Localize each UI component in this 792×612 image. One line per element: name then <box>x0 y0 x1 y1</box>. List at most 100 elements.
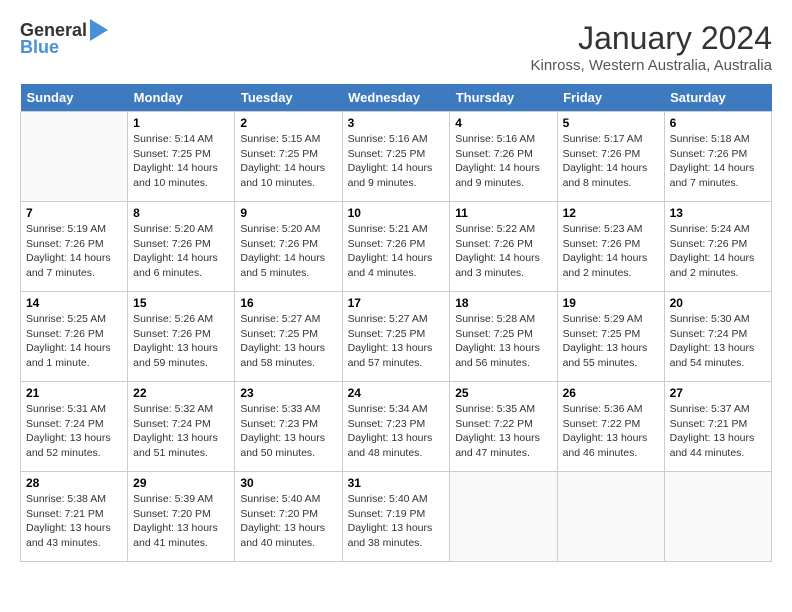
calendar-cell: 24Sunrise: 5:34 AM Sunset: 7:23 PM Dayli… <box>342 382 450 472</box>
day-info: Sunrise: 5:26 AM Sunset: 7:26 PM Dayligh… <box>133 312 229 371</box>
calendar-cell: 20 Sunrise: 5:30 AM Sunset: 7:24 PM Dayli… <box>664 292 771 382</box>
day-number: 12 <box>563 206 659 220</box>
day-info: Sunrise: 5:35 AM Sunset: 7:22 PM Dayligh… <box>455 402 551 461</box>
day-info: Sunrise: 5:18 AM Sunset: 7:26 PM Dayligh… <box>670 132 766 191</box>
calendar-table: SundayMondayTuesdayWednesdayThursdayFrid… <box>20 84 772 562</box>
calendar-cell: 25 Sunrise: 5:35 AM Sunset: 7:22 PM Dayli… <box>450 382 557 472</box>
day-info: Sunrise: 5:33 AM Sunset: 7:23 PM Dayligh… <box>240 402 336 461</box>
day-number: 29 <box>133 476 229 490</box>
day-number: 26 <box>563 386 659 400</box>
day-info: Sunrise: 5:19 AM Sunset: 7:26 PM Dayligh… <box>26 222 122 281</box>
calendar-cell: 9 Sunrise: 5:20 AM Sunset: 7:26 PM Daylig… <box>235 202 342 292</box>
day-info: Sunrise: 5:39 AM Sunset: 7:20 PM Dayligh… <box>133 492 229 551</box>
col-header-sunday: Sunday <box>21 84 128 112</box>
day-number: 18 <box>455 296 551 310</box>
day-info: Sunrise: 5:32 AM Sunset: 7:24 PM Dayligh… <box>133 402 229 461</box>
day-info: Sunrise: 5:40 AM Sunset: 7:19 PM Dayligh… <box>348 492 445 551</box>
calendar-cell: 18 Sunrise: 5:28 AM Sunset: 7:25 PM Dayli… <box>450 292 557 382</box>
day-number: 19 <box>563 296 659 310</box>
calendar-cell: 15 Sunrise: 5:26 AM Sunset: 7:26 PM Dayli… <box>128 292 235 382</box>
day-info: Sunrise: 5:40 AM Sunset: 7:20 PM Dayligh… <box>240 492 336 551</box>
day-number: 1 <box>133 116 229 130</box>
calendar-cell: 29 Sunrise: 5:39 AM Sunset: 7:20 PM Dayli… <box>128 472 235 562</box>
calendar-cell: 17Sunrise: 5:27 AM Sunset: 7:25 PM Dayli… <box>342 292 450 382</box>
day-info: Sunrise: 5:29 AM Sunset: 7:25 PM Dayligh… <box>563 312 659 371</box>
calendar-cell: 23Sunrise: 5:33 AM Sunset: 7:23 PM Dayli… <box>235 382 342 472</box>
day-number: 24 <box>348 386 445 400</box>
calendar-header-row: SundayMondayTuesdayWednesdayThursdayFrid… <box>21 84 772 112</box>
day-info: Sunrise: 5:16 AM Sunset: 7:25 PM Dayligh… <box>348 132 445 191</box>
calendar-cell: 8Sunrise: 5:20 AM Sunset: 7:26 PM Daylig… <box>128 202 235 292</box>
col-header-monday: Monday <box>128 84 235 112</box>
calendar-cell: 7 Sunrise: 5:19 AM Sunset: 7:26 PM Daylig… <box>21 202 128 292</box>
location-text: Kinross, Western Australia, Australia <box>531 57 773 74</box>
calendar-cell: 14 Sunrise: 5:25 AM Sunset: 7:26 PM Dayli… <box>21 292 128 382</box>
calendar-cell: 13Sunrise: 5:24 AM Sunset: 7:26 PM Dayli… <box>664 202 771 292</box>
day-number: 3 <box>348 116 445 130</box>
day-number: 2 <box>240 116 336 130</box>
calendar-cell: 12 Sunrise: 5:23 AM Sunset: 7:26 PM Dayli… <box>557 202 664 292</box>
calendar-week-row: 21Sunrise: 5:31 AM Sunset: 7:24 PM Dayli… <box>21 382 772 472</box>
day-number: 17 <box>348 296 445 310</box>
day-number: 27 <box>670 386 766 400</box>
day-info: Sunrise: 5:25 AM Sunset: 7:26 PM Dayligh… <box>26 312 122 371</box>
day-number: 10 <box>348 206 445 220</box>
calendar-cell: 5 Sunrise: 5:17 AM Sunset: 7:26 PM Daylig… <box>557 112 664 202</box>
day-number: 20 <box>670 296 766 310</box>
day-info: Sunrise: 5:28 AM Sunset: 7:25 PM Dayligh… <box>455 312 551 371</box>
day-number: 11 <box>455 206 551 220</box>
day-info: Sunrise: 5:16 AM Sunset: 7:26 PM Dayligh… <box>455 132 551 191</box>
day-number: 28 <box>26 476 122 490</box>
col-header-tuesday: Tuesday <box>235 84 342 112</box>
col-header-wednesday: Wednesday <box>342 84 450 112</box>
day-number: 31 <box>348 476 445 490</box>
day-info: Sunrise: 5:38 AM Sunset: 7:21 PM Dayligh… <box>26 492 122 551</box>
day-number: 7 <box>26 206 122 220</box>
day-number: 6 <box>670 116 766 130</box>
day-info: Sunrise: 5:17 AM Sunset: 7:26 PM Dayligh… <box>563 132 659 191</box>
day-number: 4 <box>455 116 551 130</box>
day-number: 22 <box>133 386 229 400</box>
calendar-cell: 1Sunrise: 5:14 AM Sunset: 7:25 PM Daylig… <box>128 112 235 202</box>
col-header-saturday: Saturday <box>664 84 771 112</box>
calendar-week-row: 7 Sunrise: 5:19 AM Sunset: 7:26 PM Daylig… <box>21 202 772 292</box>
calendar-cell: 31 Sunrise: 5:40 AM Sunset: 7:19 PM Dayli… <box>342 472 450 562</box>
calendar-cell <box>664 472 771 562</box>
logo-arrow-icon <box>90 19 108 41</box>
col-header-thursday: Thursday <box>450 84 557 112</box>
calendar-cell: 10Sunrise: 5:21 AM Sunset: 7:26 PM Dayli… <box>342 202 450 292</box>
day-info: Sunrise: 5:23 AM Sunset: 7:26 PM Dayligh… <box>563 222 659 281</box>
day-info: Sunrise: 5:22 AM Sunset: 7:26 PM Dayligh… <box>455 222 551 281</box>
calendar-cell: 11 Sunrise: 5:22 AM Sunset: 7:26 PM Dayli… <box>450 202 557 292</box>
calendar-cell: 21Sunrise: 5:31 AM Sunset: 7:24 PM Dayli… <box>21 382 128 472</box>
calendar-cell: 3 Sunrise: 5:16 AM Sunset: 7:25 PM Daylig… <box>342 112 450 202</box>
calendar-cell <box>450 472 557 562</box>
day-info: Sunrise: 5:36 AM Sunset: 7:22 PM Dayligh… <box>563 402 659 461</box>
calendar-cell: 28 Sunrise: 5:38 AM Sunset: 7:21 PM Dayli… <box>21 472 128 562</box>
day-info: Sunrise: 5:30 AM Sunset: 7:24 PM Dayligh… <box>670 312 766 371</box>
page-header: General Blue January 2024 Kinross, Weste… <box>20 20 772 74</box>
calendar-cell: 27Sunrise: 5:37 AM Sunset: 7:21 PM Dayli… <box>664 382 771 472</box>
title-block: January 2024 Kinross, Western Australia,… <box>531 20 773 74</box>
day-number: 16 <box>240 296 336 310</box>
day-info: Sunrise: 5:15 AM Sunset: 7:25 PM Dayligh… <box>240 132 336 191</box>
calendar-cell: 19 Sunrise: 5:29 AM Sunset: 7:25 PM Dayli… <box>557 292 664 382</box>
calendar-cell <box>557 472 664 562</box>
day-number: 13 <box>670 206 766 220</box>
day-number: 9 <box>240 206 336 220</box>
day-number: 25 <box>455 386 551 400</box>
month-title: January 2024 <box>531 20 773 57</box>
day-info: Sunrise: 5:20 AM Sunset: 7:26 PM Dayligh… <box>240 222 336 281</box>
day-number: 15 <box>133 296 229 310</box>
day-number: 21 <box>26 386 122 400</box>
day-number: 14 <box>26 296 122 310</box>
day-number: 30 <box>240 476 336 490</box>
calendar-cell: 30 Sunrise: 5:40 AM Sunset: 7:20 PM Dayli… <box>235 472 342 562</box>
calendar-cell: 4 Sunrise: 5:16 AM Sunset: 7:26 PM Daylig… <box>450 112 557 202</box>
calendar-cell: 6 Sunrise: 5:18 AM Sunset: 7:26 PM Daylig… <box>664 112 771 202</box>
day-info: Sunrise: 5:27 AM Sunset: 7:25 PM Dayligh… <box>240 312 336 371</box>
day-number: 5 <box>563 116 659 130</box>
calendar-week-row: 28 Sunrise: 5:38 AM Sunset: 7:21 PM Dayli… <box>21 472 772 562</box>
calendar-cell: 2 Sunrise: 5:15 AM Sunset: 7:25 PM Daylig… <box>235 112 342 202</box>
calendar-cell: 26 Sunrise: 5:36 AM Sunset: 7:22 PM Dayli… <box>557 382 664 472</box>
